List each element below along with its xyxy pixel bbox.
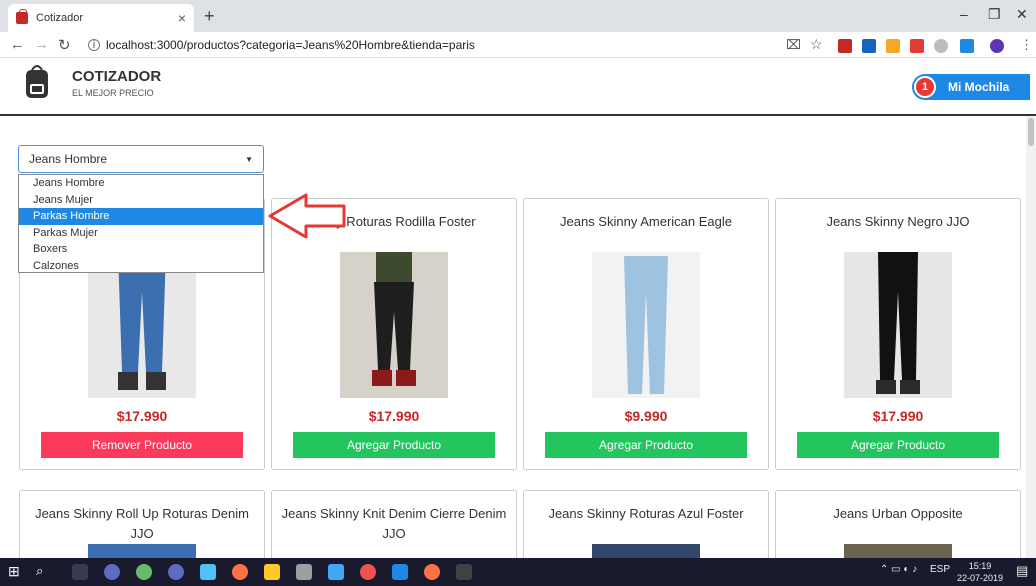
new-tab-button[interactable]: + — [204, 6, 215, 27]
task-view-icon[interactable] — [72, 564, 88, 580]
taskbar-app-icon[interactable] — [168, 564, 184, 580]
windows-start-icon[interactable]: ⊞ — [8, 563, 20, 580]
taskbar-app-icon[interactable] — [328, 564, 344, 580]
product-title: Jeans Skinny American Eagle — [560, 214, 732, 229]
file-explorer-icon[interactable] — [264, 564, 280, 580]
clock-date: 22-07-2019 — [957, 573, 1004, 583]
forward-icon[interactable]: → — [34, 36, 49, 53]
product-price: $9.990 — [624, 408, 668, 424]
notifications-icon[interactable]: ▤ — [1016, 563, 1028, 579]
annotation-arrow-icon — [268, 193, 346, 239]
firefox-icon[interactable] — [232, 564, 248, 580]
product-title: Jeans Skinny Knit Denim Cierre Denim JJO — [281, 506, 507, 541]
product-price: $17.990 — [116, 408, 168, 424]
taskbar-app-icon[interactable] — [136, 564, 152, 580]
category-select-value: Jeans Hombre — [29, 152, 108, 166]
cart-button[interactable]: 1 Mi Mochila — [912, 74, 1030, 100]
product-price: $17.990 — [872, 408, 924, 424]
remove-product-button[interactable]: Remover Producto — [41, 432, 243, 458]
chevron-down-icon: ▼ — [245, 154, 253, 164]
profile-avatar[interactable] — [990, 39, 1004, 53]
minimize-button[interactable]: – — [960, 6, 968, 22]
taskbar-app-icon[interactable] — [200, 564, 216, 580]
product-title: Jeans Skinny Negro JJO — [826, 214, 970, 229]
cart-label: Mi Mochila — [948, 80, 1010, 94]
cart-count-badge: 1 — [914, 76, 936, 98]
brand-title: COTIZADOR — [72, 68, 162, 85]
add-product-button[interactable]: Agregar Producto — [293, 432, 495, 458]
reload-icon[interactable]: ↻ — [58, 36, 71, 54]
taskbar-app-icon[interactable] — [424, 564, 440, 580]
extension-icon[interactable] — [934, 39, 948, 53]
restore-button[interactable]: ❐ — [988, 6, 1001, 23]
terminal-icon[interactable] — [456, 564, 472, 580]
product-price: $17.990 — [368, 408, 420, 424]
close-window-button[interactable]: ✕ — [1016, 6, 1028, 23]
tray-icons[interactable]: ⌃ ▭ ◐ ♪ — [880, 564, 917, 575]
add-product-button[interactable]: Agregar Producto — [797, 432, 999, 458]
extension-icon[interactable] — [910, 39, 924, 53]
category-dropdown-list: Jeans Hombre Jeans Mujer Parkas Hombre P… — [18, 174, 264, 273]
app-header — [0, 58, 1036, 116]
vscode-icon[interactable] — [392, 564, 408, 580]
dropdown-option[interactable]: Calzones — [19, 258, 263, 275]
page-scrollbar[interactable] — [1026, 116, 1036, 558]
product-image — [88, 544, 196, 558]
url-bar[interactable]: i localhost:3000/productos?categoria=Jea… — [88, 34, 778, 56]
extension-icon[interactable] — [862, 39, 876, 53]
extension-icon[interactable] — [960, 39, 974, 53]
bookmark-star-icon[interactable]: ☆ — [810, 36, 823, 53]
chrome-icon[interactable] — [360, 564, 376, 580]
tab-close-icon[interactable]: × — [178, 10, 186, 26]
product-image — [592, 544, 700, 558]
extension-icon[interactable] — [838, 39, 852, 53]
taskbar-app-icon[interactable] — [104, 564, 120, 580]
dropdown-option[interactable]: Parkas Mujer — [19, 225, 263, 242]
clock-time: 15:19 — [968, 561, 992, 571]
product-title: Jeans Urban Opposite — [833, 506, 963, 521]
backpack-logo-icon — [26, 65, 48, 98]
dropdown-option[interactable]: Boxers — [19, 241, 263, 258]
product-image — [844, 252, 952, 398]
product-image — [592, 252, 700, 398]
product-title: Jeans Skinny Roturas Azul Foster — [548, 506, 744, 521]
translate-icon[interactable]: ⌧ — [786, 37, 801, 53]
extension-icon[interactable] — [886, 39, 900, 53]
language-indicator[interactable]: ESP — [930, 564, 950, 575]
brand-tagline: EL MEJOR PRECIO — [72, 88, 154, 98]
scrollbar-thumb[interactable] — [1028, 118, 1034, 146]
dropdown-option[interactable]: Jeans Hombre — [19, 175, 263, 192]
browser-tab[interactable]: Cotizador × — [8, 4, 194, 32]
product-title: Jeans Skinny Roll Up Roturas Denim JJO — [35, 506, 249, 541]
menu-kebab-icon[interactable]: ⋮ — [1020, 37, 1033, 53]
url-text: localhost:3000/productos?categoria=Jeans… — [106, 38, 475, 52]
back-icon[interactable]: ← — [10, 36, 25, 53]
dropdown-option[interactable]: Jeans Mujer — [19, 192, 263, 209]
system-clock[interactable]: 15:19 22-07-2019 — [957, 560, 1003, 584]
tab-title: Cotizador — [36, 12, 84, 24]
calculator-icon[interactable] — [296, 564, 312, 580]
search-icon[interactable]: ⌕ — [36, 563, 43, 579]
info-icon[interactable]: i — [88, 39, 100, 51]
product-image — [844, 544, 952, 558]
category-select[interactable]: Jeans Hombre ▼ — [18, 145, 264, 173]
product-image — [340, 252, 448, 398]
favicon-icon — [16, 9, 28, 24]
dropdown-option-highlighted[interactable]: Parkas Hombre — [19, 208, 263, 225]
add-product-button[interactable]: Agregar Producto — [545, 432, 747, 458]
